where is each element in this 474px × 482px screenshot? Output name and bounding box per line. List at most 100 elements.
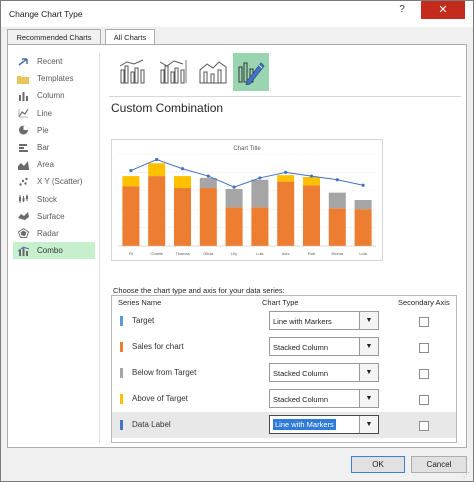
sidebar-item-scatter[interactable]: X Y (Scatter) (13, 173, 95, 190)
sidebar-divider (99, 53, 100, 443)
target-marker (232, 185, 236, 189)
header-secondary-axis: Secondary Axis (398, 298, 450, 307)
sidebar-item-surface[interactable]: Surface (13, 208, 95, 225)
pie-chart-icon (17, 125, 29, 135)
bar-segment (302, 177, 321, 186)
chart-preview-svg: Chart Title Fil Charlie Thomas Olivia Lily Lui… (118, 146, 376, 256)
resize-grip-icon[interactable]: ⋰ (463, 471, 470, 479)
bar-segment (328, 192, 346, 209)
chart-type-dropdown[interactable]: Stacked Column ▼ (269, 363, 379, 382)
clustered-column-line-secondary-option[interactable] (155, 53, 191, 91)
chevron-down-icon[interactable]: ▼ (359, 312, 378, 329)
x-tick-label: Fil (129, 251, 133, 256)
sidebar-item-area[interactable]: Area (13, 156, 95, 173)
sidebar-item-combo[interactable]: Combo (13, 242, 95, 260)
target-marker (155, 157, 159, 162)
close-button[interactable]: ✕ (421, 1, 465, 19)
header-chart-type: Chart Type (262, 298, 299, 307)
custom-combination-icon (237, 57, 265, 87)
secondary-axis-checkbox[interactable] (419, 395, 429, 405)
secondary-axis-checkbox[interactable] (419, 317, 429, 327)
chart-type-dropdown[interactable]: Stacked Column ▼ (269, 389, 379, 408)
bar-segment (251, 179, 269, 208)
chevron-down-icon[interactable]: ▼ (359, 338, 378, 355)
series-prompt: Choose the chart type and axis for your … (113, 286, 285, 295)
x-tick-label: Olivia (203, 251, 214, 256)
stacked-area-column-icon (199, 58, 227, 86)
sidebar-item-radar[interactable]: Radar (13, 225, 95, 242)
section-divider (109, 96, 461, 97)
secondary-axis-checkbox[interactable] (419, 343, 429, 353)
chevron-down-icon[interactable]: ▼ (359, 416, 378, 433)
series-row-below-from-target: Below from Target Stacked Column ▼ (112, 360, 456, 386)
sidebar-item-templates[interactable]: Templates (13, 70, 95, 87)
x-tick-label: Thomas (175, 251, 189, 256)
x-tick-label: Lily (231, 251, 237, 256)
tab-recommended-charts[interactable]: Recommended Charts (7, 29, 101, 45)
series-name: Target (132, 316, 155, 325)
sidebar-item-bar[interactable]: Bar (13, 139, 95, 156)
dropdown-value: Stacked Column (273, 395, 329, 404)
line-chart-icon (17, 108, 29, 118)
custom-combination-option[interactable] (233, 53, 269, 91)
column-chart-icon (17, 91, 29, 101)
cancel-button[interactable]: Cancel (411, 456, 467, 473)
target-marker (335, 178, 339, 182)
bar-segment (251, 207, 269, 246)
dropdown-value: Stacked Column (273, 369, 329, 378)
stacked-area-column-option[interactable] (195, 53, 231, 91)
dropdown-value: Line with Markers (273, 419, 336, 430)
series-name: Data Label (132, 420, 171, 429)
sidebar-item-pie[interactable]: Pie (13, 122, 95, 139)
sidebar-item-column[interactable]: Column (13, 87, 95, 104)
series-color-swatch (120, 394, 123, 404)
change-chart-type-dialog: Change Chart Type ? ✕ Recommended Charts… (0, 0, 474, 482)
sidebar-item-recent[interactable]: Recent (13, 53, 95, 70)
target-marker (180, 167, 185, 171)
bar-segment (225, 207, 243, 246)
sidebar-item-label: Templates (37, 74, 74, 84)
x-tick-label: Luis (256, 251, 263, 256)
secondary-axis-checkbox[interactable] (419, 369, 429, 379)
target-marker (206, 174, 210, 178)
series-name: Sales for chart (132, 342, 184, 351)
ok-button[interactable]: OK (351, 456, 405, 473)
bar-segment (277, 175, 295, 182)
series-row-sales-for-chart: Sales for chart Stacked Column ▼ (112, 334, 456, 360)
sidebar-item-line[interactable]: Line (13, 105, 95, 122)
clustered-column-line-option[interactable] (115, 53, 151, 91)
dropdown-value: Line with Markers (273, 317, 332, 326)
sidebar-item-label: X Y (Scatter) (37, 177, 83, 187)
chevron-down-icon[interactable]: ▼ (359, 364, 378, 381)
sidebar-item-label: Pie (37, 125, 49, 135)
sidebar-item-label: Radar (37, 228, 59, 238)
recent-icon (17, 57, 29, 67)
series-color-swatch (120, 420, 123, 430)
series-name: Above of Target (132, 394, 188, 403)
chart-type-dropdown[interactable]: Line with Markers ▼ (269, 311, 379, 330)
chart-type-dropdown[interactable]: Stacked Column ▼ (269, 337, 379, 356)
chevron-down-icon[interactable]: ▼ (359, 390, 378, 407)
chart-category-list: Recent Templates Column Line Pie Bar Are… (13, 53, 95, 260)
clustered-column-line-icon (119, 58, 147, 86)
sidebar-item-label: Recent (37, 57, 63, 67)
bar-segment (122, 176, 140, 187)
x-tick-label: Alex (282, 251, 290, 256)
bar-segment (354, 209, 372, 246)
surface-chart-icon (17, 211, 29, 221)
chart-type-dropdown[interactable]: Line with Markers ▼ (269, 415, 379, 434)
bar-segment (328, 208, 346, 246)
secondary-axis-checkbox[interactable] (419, 421, 429, 431)
x-tick-label: Rob (308, 251, 316, 256)
bar-segment (173, 188, 192, 246)
bar-segment (302, 185, 321, 246)
series-name: Below from Target (132, 368, 197, 377)
series-row-data-label: Data Label Line with Markers ▼ (112, 412, 456, 438)
area-chart-icon (17, 160, 29, 170)
bar-segment (354, 200, 372, 210)
bar-segment (277, 181, 295, 246)
sidebar-item-stock[interactable]: Stock (13, 191, 95, 208)
help-button[interactable]: ? (389, 1, 415, 19)
section-title: Custom Combination (111, 101, 224, 115)
sidebar-item-label: Stock (37, 194, 58, 204)
